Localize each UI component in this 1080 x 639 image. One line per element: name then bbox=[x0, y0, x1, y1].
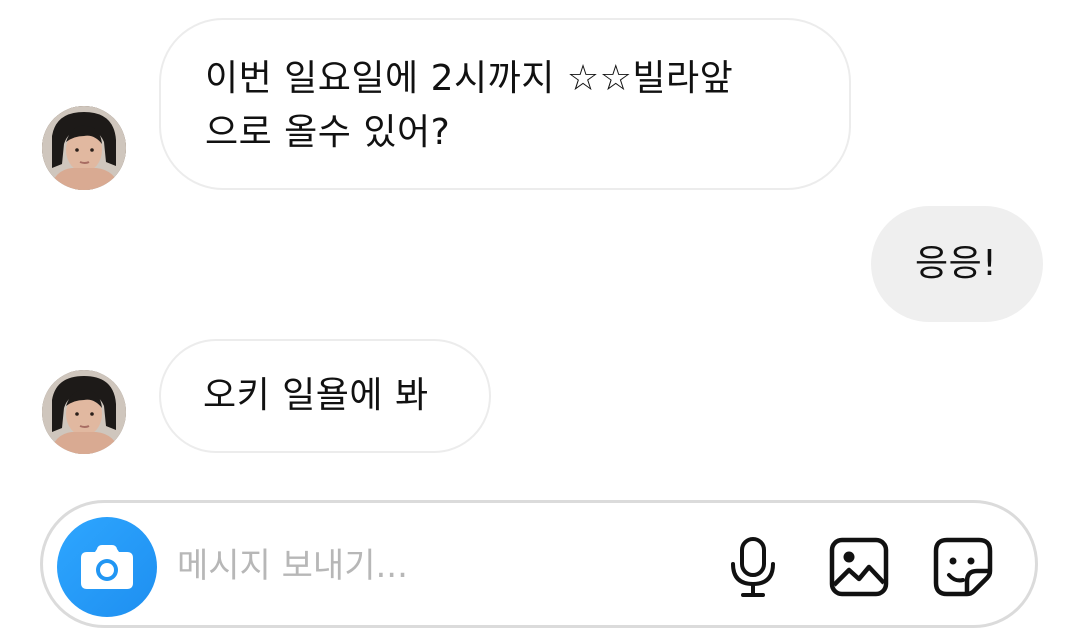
image-icon bbox=[829, 537, 889, 597]
camera-button[interactable] bbox=[57, 517, 157, 617]
sticker-button[interactable] bbox=[931, 535, 995, 599]
microphone-button[interactable] bbox=[721, 535, 785, 599]
message-text-line: 이번 일요일에 2시까지 ☆☆빌라앞 bbox=[205, 58, 734, 99]
camera-icon bbox=[81, 545, 133, 589]
avatar[interactable] bbox=[42, 370, 126, 454]
microphone-icon bbox=[731, 537, 775, 597]
sticker-icon bbox=[933, 537, 993, 597]
message-bubble-received[interactable]: 오키 일욜에 봐 bbox=[159, 339, 491, 453]
message-text: 오키 일욜에 봐 bbox=[203, 375, 429, 416]
message-bubble-received[interactable]: 이번 일요일에 2시까지 ☆☆빌라앞 으로 올수 있어? bbox=[159, 18, 851, 190]
message-bubble-sent[interactable]: 응응! bbox=[871, 206, 1043, 322]
gallery-button[interactable] bbox=[827, 535, 891, 599]
avatar[interactable] bbox=[42, 106, 126, 190]
message-composer bbox=[40, 500, 1038, 628]
chat-thread: 이번 일요일에 2시까지 ☆☆빌라앞 으로 올수 있어? 응응! 오키 일욜에 … bbox=[0, 0, 1080, 639]
message-text: 응응! bbox=[915, 243, 998, 284]
message-input[interactable] bbox=[177, 543, 647, 589]
message-text-line: 으로 올수 있어? bbox=[205, 112, 451, 153]
